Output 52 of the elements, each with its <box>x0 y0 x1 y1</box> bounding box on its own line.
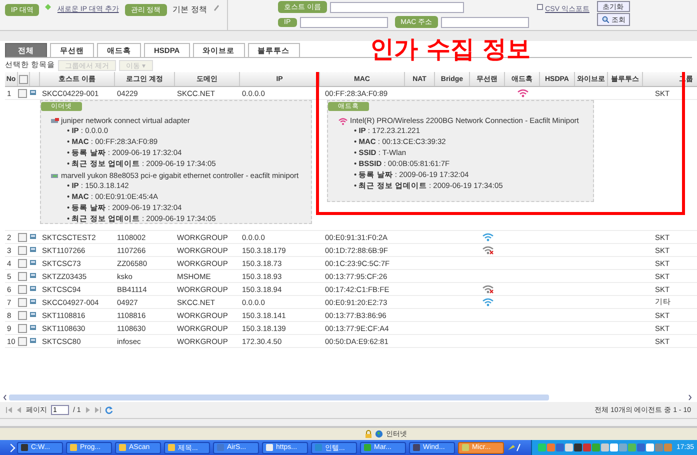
horizontal-scrollbar[interactable] <box>0 393 697 402</box>
row-checkbox[interactable] <box>18 258 27 268</box>
lock-icon <box>365 430 372 438</box>
search-icon <box>602 16 610 23</box>
globe-icon <box>375 430 383 438</box>
last-page-icon[interactable] <box>94 407 101 413</box>
policy-value: 기본 정책 <box>172 4 207 15</box>
window-icon <box>462 444 469 451</box>
mac-field[interactable] <box>441 16 530 28</box>
file-icon <box>537 4 544 10</box>
computer-icon <box>30 325 36 331</box>
computer-icon <box>30 312 36 318</box>
refresh-icon[interactable] <box>104 406 113 414</box>
computer-icon <box>30 299 36 305</box>
annotation-title: 인가 수집 정보 <box>370 34 531 65</box>
computer-icon <box>30 286 36 292</box>
window-icon <box>413 444 420 451</box>
row-checkbox[interactable] <box>18 88 27 98</box>
select-all-checkbox[interactable] <box>19 74 28 84</box>
window-icon <box>217 444 224 451</box>
next-page-icon[interactable] <box>84 407 91 413</box>
row-checkbox[interactable] <box>18 272 27 280</box>
ip-field[interactable] <box>300 16 388 28</box>
first-page-icon[interactable] <box>6 407 12 413</box>
computer-icon <box>30 260 36 266</box>
hostname-field[interactable] <box>330 2 464 12</box>
row-checkbox[interactable] <box>18 246 27 254</box>
window-icon <box>119 444 126 451</box>
wifi-icon <box>338 116 348 124</box>
row-checkbox[interactable] <box>18 310 27 320</box>
window-icon <box>21 444 28 451</box>
row-checkbox[interactable] <box>18 336 27 346</box>
row-checkbox[interactable] <box>18 232 27 242</box>
row-checkbox[interactable] <box>18 284 27 294</box>
row-checkbox[interactable] <box>18 298 27 306</box>
diamond-icon <box>45 4 52 10</box>
computer-icon <box>30 338 36 344</box>
network-card-icon <box>51 172 59 178</box>
pencil-icon[interactable] <box>212 4 220 11</box>
window-icon <box>315 444 322 451</box>
network-card-icon <box>51 118 59 124</box>
window-icon <box>364 444 371 451</box>
window-icon <box>70 444 77 451</box>
computer-icon <box>30 273 36 279</box>
computer-icon <box>30 234 36 240</box>
window-icon <box>168 444 175 451</box>
row-checkbox[interactable] <box>18 324 27 332</box>
previous-page-icon[interactable] <box>16 407 22 413</box>
computer-icon <box>30 90 36 96</box>
window-icon <box>266 444 273 451</box>
computer-icon <box>30 247 36 253</box>
tray-extra-drawing <box>507 443 521 452</box>
